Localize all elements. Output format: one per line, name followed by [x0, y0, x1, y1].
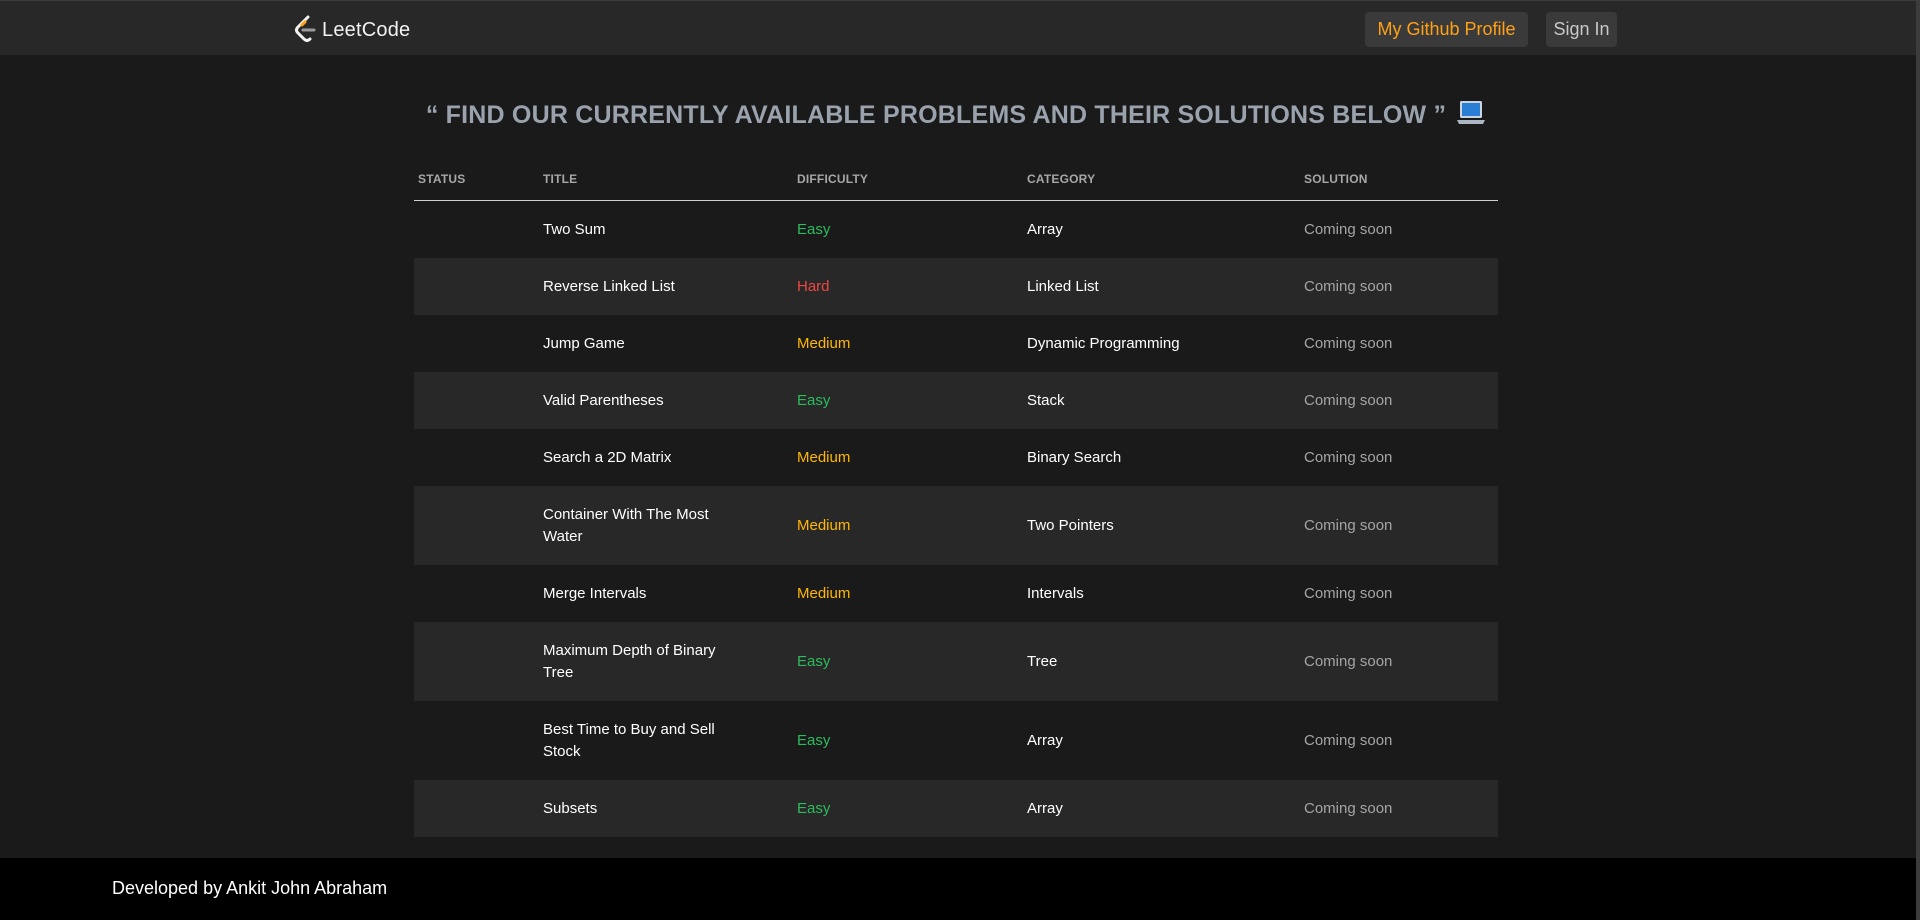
category-label: Linked List [1027, 277, 1099, 295]
footer-credit: Developed by Ankit John Abraham [112, 878, 388, 898]
difficulty-label: Medium [797, 516, 851, 534]
solution-status: Coming soon [1304, 391, 1393, 409]
status-cell [418, 372, 538, 429]
table-header: STATUS TITLE DIFFICULTY CATEGORY SOLUTIO… [414, 164, 1498, 201]
header-status: STATUS [418, 172, 466, 186]
table-row: Subsets Easy Array Coming soon [414, 780, 1498, 837]
page: LeetCode My Github Profile Sign In “ FIN… [0, 0, 1920, 920]
table-row: Reverse Linked List Hard Linked List Com… [414, 258, 1498, 315]
status-cell [418, 565, 538, 622]
problem-title[interactable]: Reverse Linked List [543, 258, 743, 315]
status-cell [418, 315, 538, 372]
problem-title[interactable]: Two Sum [543, 201, 743, 258]
status-cell [418, 201, 538, 258]
table-row: Maximum Depth of Binary Tree Easy Tree C… [414, 622, 1498, 701]
solution-status: Coming soon [1304, 277, 1393, 295]
category-label: Tree [1027, 652, 1058, 670]
solution-status: Coming soon [1304, 448, 1393, 466]
table-row: Container With The Most Water Medium Two… [414, 486, 1498, 565]
difficulty-label: Easy [797, 799, 831, 817]
header-solution: SOLUTION [1304, 172, 1368, 186]
category-label: Array [1027, 799, 1063, 817]
status-cell [418, 429, 538, 486]
solution-status: Coming soon [1304, 799, 1393, 817]
status-cell [418, 701, 538, 780]
table-row: Two Sum Easy Array Coming soon [414, 201, 1498, 258]
difficulty-label: Easy [797, 731, 831, 749]
problem-title[interactable]: Merge Intervals [543, 565, 743, 622]
problem-title[interactable]: Container With The Most Water [543, 486, 743, 565]
header-title: TITLE [543, 172, 578, 186]
header-difficulty: DIFFICULTY [797, 172, 869, 186]
status-cell [418, 622, 538, 701]
table-row: Merge Intervals Medium Intervals Coming … [414, 565, 1498, 622]
category-label: Binary Search [1027, 448, 1122, 466]
problem-title[interactable]: Maximum Depth of Binary Tree [543, 622, 743, 701]
problem-title[interactable]: Best Time to Buy and Sell Stock [543, 701, 743, 780]
header-category: CATEGORY [1027, 172, 1096, 186]
github-profile-button[interactable]: My Github Profile [1365, 12, 1528, 47]
solution-status: Coming soon [1304, 584, 1393, 602]
laptop-icon [1457, 101, 1486, 124]
problems-table: STATUS TITLE DIFFICULTY CATEGORY SOLUTIO… [414, 164, 1498, 837]
page-heading: “ FIND OUR CURRENTLY AVAILABLE PROBLEMS … [414, 100, 1498, 130]
table-row: Search a 2D Matrix Medium Binary Search … [414, 429, 1498, 486]
solution-status: Coming soon [1304, 220, 1393, 238]
logo-text: LeetCode [322, 18, 411, 41]
status-cell [418, 780, 538, 837]
difficulty-label: Hard [797, 277, 830, 295]
category-label: Array [1027, 731, 1063, 749]
status-cell [418, 486, 538, 565]
sign-in-button[interactable]: Sign In [1546, 12, 1617, 47]
solution-status: Coming soon [1304, 731, 1393, 749]
difficulty-label: Medium [797, 334, 851, 352]
logo-link[interactable]: LeetCode [294, 15, 410, 45]
difficulty-label: Medium [797, 448, 851, 466]
problem-title[interactable]: Search a 2D Matrix [543, 429, 743, 486]
page-scrollbar[interactable] [1916, 0, 1920, 920]
problem-title[interactable]: Subsets [543, 780, 743, 837]
table-row: Best Time to Buy and Sell Stock Easy Arr… [414, 701, 1498, 780]
footer: Developed by Ankit John Abraham [0, 858, 1916, 920]
leetcode-logo-icon [295, 15, 316, 42]
category-label: Stack [1027, 391, 1065, 409]
page-heading-text: “ FIND OUR CURRENTLY AVAILABLE PROBLEMS … [425, 101, 1447, 129]
solution-status: Coming soon [1304, 516, 1393, 534]
difficulty-label: Easy [797, 220, 831, 238]
problem-title[interactable]: Jump Game [543, 315, 743, 372]
category-label: Dynamic Programming [1027, 334, 1180, 352]
difficulty-label: Easy [797, 652, 831, 670]
table-row: Jump Game Medium Dynamic Programming Com… [414, 315, 1498, 372]
difficulty-label: Easy [797, 391, 831, 409]
category-label: Two Pointers [1027, 516, 1114, 534]
difficulty-label: Medium [797, 584, 851, 602]
problem-title[interactable]: Valid Parentheses [543, 372, 743, 429]
table-row: Valid Parentheses Easy Stack Coming soon [414, 372, 1498, 429]
status-cell [418, 258, 538, 315]
solution-status: Coming soon [1304, 334, 1393, 352]
navbar: LeetCode My Github Profile Sign In [0, 0, 1916, 55]
category-label: Intervals [1027, 584, 1084, 602]
solution-status: Coming soon [1304, 652, 1393, 670]
category-label: Array [1027, 220, 1063, 238]
